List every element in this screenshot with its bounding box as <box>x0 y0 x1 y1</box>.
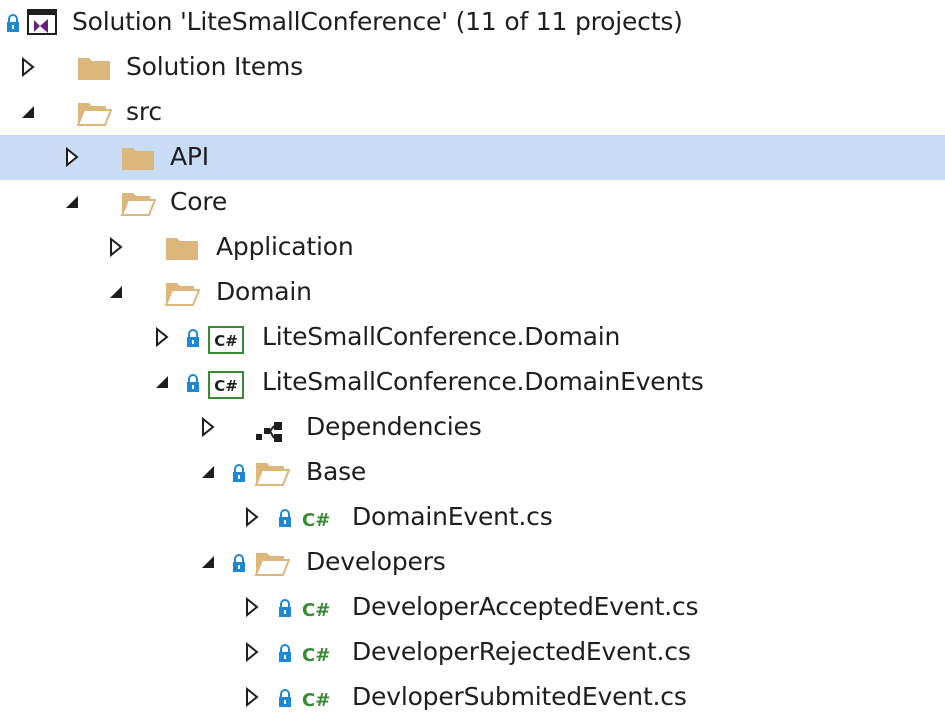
svg-text:C#: C# <box>302 645 330 666</box>
folder-closed-icon <box>166 238 198 260</box>
tree-row-file-domainevent[interactable]: C# DomainEvent.cs <box>0 495 945 540</box>
lock-icon <box>279 689 291 707</box>
tree-label: DeveloperRejectedEvent.cs <box>352 637 691 666</box>
expand-arrow-icon[interactable] <box>18 55 38 79</box>
tree-label: Core <box>170 187 228 216</box>
tree-label: Application <box>216 232 354 261</box>
expand-arrow-icon[interactable] <box>242 685 262 709</box>
tree-label: DomainEvent.cs <box>352 502 553 531</box>
tree-row-file-developer-rejected[interactable]: C# DeveloperRejectedEvent.cs <box>0 630 945 675</box>
folder-closed-icon <box>122 148 154 170</box>
tree-row-project-domain[interactable]: C# LiteSmallConference.Domain <box>0 315 945 360</box>
tree-row-domain[interactable]: Domain <box>0 270 945 315</box>
tree-row-developers[interactable]: Developers <box>0 540 945 585</box>
csharp-file-icon: C# <box>302 690 330 711</box>
svg-text:C#: C# <box>214 332 238 350</box>
tree-row-src[interactable]: src <box>0 90 945 135</box>
dependencies-icon <box>256 422 282 442</box>
expand-arrow-icon[interactable] <box>198 415 218 439</box>
tree-row-file-devloper-submited[interactable]: C# DevloperSubmitedEvent.cs <box>0 675 945 720</box>
csharp-file-icon: C# <box>302 510 330 531</box>
lock-icon <box>233 554 245 572</box>
tree-label: src <box>126 97 162 126</box>
lock-icon <box>187 329 199 347</box>
tree-row-solution-items[interactable]: Solution Items <box>0 45 945 90</box>
lock-icon <box>233 464 245 482</box>
tree-row-solution[interactable]: Solution 'LiteSmallConference' (11 of 11… <box>0 0 945 45</box>
tree-label: Solution Items <box>126 52 303 81</box>
solution-explorer-tree: Solution 'LiteSmallConference' (11 of 11… <box>0 0 945 725</box>
collapse-arrow-icon[interactable] <box>198 550 218 574</box>
collapse-arrow-icon[interactable] <box>18 100 38 124</box>
solution-label: Solution 'LiteSmallConference' (11 of 11… <box>72 7 683 36</box>
lock-icon <box>279 644 291 662</box>
tree-row-api[interactable]: API <box>0 135 945 180</box>
csharp-project-icon: C# <box>208 371 244 399</box>
tree-row-core[interactable]: Core <box>0 180 945 225</box>
folder-open-icon <box>76 103 112 126</box>
collapse-arrow-icon[interactable] <box>152 370 172 394</box>
tree-label: LiteSmallConference.Domain <box>262 322 621 351</box>
tree-label: LiteSmallConference.DomainEvents <box>262 367 704 396</box>
tree-row-dependencies[interactable]: Dependencies <box>0 405 945 450</box>
tree-label: Developers <box>306 547 446 576</box>
csharp-file-icon: C# <box>302 600 330 621</box>
expand-arrow-icon[interactable] <box>242 640 262 664</box>
tree-label: API <box>170 142 209 171</box>
tree-row-project-domainevents[interactable]: C# LiteSmallConference.DomainEvents <box>0 360 945 405</box>
tree-label: Domain <box>216 277 312 306</box>
collapse-arrow-icon[interactable] <box>198 460 218 484</box>
tree-label: Dependencies <box>306 412 482 441</box>
lock-icon <box>279 509 291 527</box>
tree-label: DevloperSubmitedEvent.cs <box>352 682 687 711</box>
folder-open-icon <box>120 193 156 216</box>
tree-row-application[interactable]: Application <box>0 225 945 270</box>
svg-text:C#: C# <box>302 600 330 621</box>
svg-text:C#: C# <box>302 690 330 711</box>
folder-open-icon <box>254 463 290 486</box>
lock-icon <box>7 14 19 32</box>
folder-closed-icon <box>78 58 110 80</box>
collapse-arrow-icon[interactable] <box>62 190 82 214</box>
expand-arrow-icon[interactable] <box>242 595 262 619</box>
tree-label: DeveloperAcceptedEvent.cs <box>352 592 699 621</box>
folder-open-icon <box>164 283 200 306</box>
expand-arrow-icon[interactable] <box>106 235 126 259</box>
tree-label: Base <box>306 457 367 486</box>
expand-arrow-icon[interactable] <box>242 505 262 529</box>
tree-row-base[interactable]: Base <box>0 450 945 495</box>
svg-text:C#: C# <box>302 510 330 531</box>
tree-row-file-developer-accepted[interactable]: C# DeveloperAcceptedEvent.cs <box>0 585 945 630</box>
expand-arrow-icon[interactable] <box>152 325 172 349</box>
svg-text:C#: C# <box>214 377 238 395</box>
folder-open-icon <box>254 553 290 576</box>
lock-icon <box>279 599 291 617</box>
expand-arrow-icon[interactable] <box>62 145 82 169</box>
collapse-arrow-icon[interactable] <box>106 280 126 304</box>
lock-icon <box>187 374 199 392</box>
csharp-file-icon: C# <box>302 645 330 666</box>
visual-studio-solution-icon <box>27 9 57 35</box>
csharp-project-icon: C# <box>208 326 244 354</box>
